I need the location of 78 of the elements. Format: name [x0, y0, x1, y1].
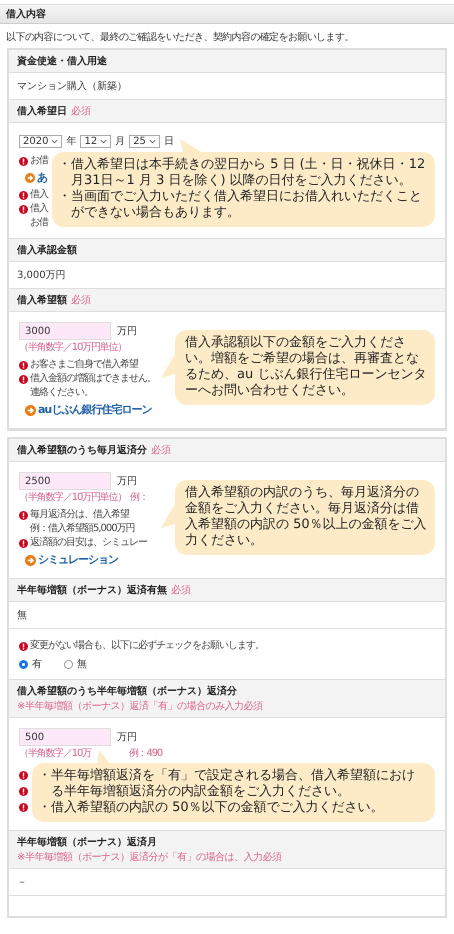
field-value: マンション購入（新築） — [17, 81, 127, 92]
note-text: 変更がない場合も、以下に必ずチェックをお願いします。 — [30, 639, 264, 653]
note-text: 毎月返済分は、借入希望 — [30, 508, 129, 522]
required-mark: 必須 — [171, 584, 191, 597]
alert-icon — [19, 190, 28, 200]
caret-icon — [148, 138, 156, 144]
caret-icon — [51, 138, 58, 144]
callout-text: 借入承認額以下の金額をご入力ください。増額をご希望の場合は、再審査となるため、au じぶん銀行住宅ローンセンターへお問い合わせください。 — [185, 335, 427, 399]
field-value: － — [17, 877, 27, 888]
radio-label: 無 — [77, 658, 87, 671]
field-label: 半年毎増額（ボーナス）返済有無 — [17, 583, 167, 597]
radio-button[interactable] — [64, 660, 73, 668]
arrow-icon — [25, 554, 36, 566]
intro-text: 以下の内容について、最終のご確認をいただき、契約内容の確定をお願いします。 — [5, 30, 355, 45]
input-hint: 例：490 — [128, 748, 162, 760]
required-mark: 必須 — [71, 294, 91, 307]
link[interactable]: あ — [37, 171, 47, 185]
date-unit: 月 — [115, 135, 126, 148]
amount-field[interactable]: 2500 — [19, 472, 111, 490]
section-header: 借入内容 — [0, 4, 454, 24]
alert-icon — [19, 770, 28, 780]
amount-field[interactable]: 500 — [19, 728, 111, 746]
note-text: 例：借入希望額5,000万円 — [30, 522, 135, 536]
note-text: お借 — [30, 216, 48, 230]
field-label: 借入希望日 — [17, 104, 67, 118]
link[interactable]: auじぶん銀行住宅ローン — [38, 403, 152, 417]
callout-text: ・借入希望日は本手続きの翌日から 5 日 (土・日・祝休日・12 月31日～1 月 3 日を除く) 以降の日付をご入力ください。 — [58, 157, 426, 189]
required-mark: 必須 — [151, 444, 171, 457]
date-select[interactable]: 25 — [129, 134, 160, 148]
arrow-icon — [25, 173, 35, 183]
callout-text: ・半年毎増額返済を「有」で設定される場合、借入希望額における半年毎増額返済分の内訳金額をご入力ください。 — [38, 768, 416, 800]
caret-icon — [100, 138, 108, 144]
field-label: 資金使途・借入用途 — [17, 54, 107, 68]
radio-label: 有 — [32, 658, 42, 671]
input-hint: （半角数字／10万 — [19, 748, 91, 760]
note-text: お借 — [30, 154, 48, 168]
alert-icon — [19, 156, 28, 166]
field-note: ※半年毎増額（ボーナス）返済「有」の場合のみ入力必須 — [17, 700, 264, 713]
unit-label: 万円 — [117, 325, 137, 338]
alert-icon — [19, 204, 28, 214]
alert-icon — [19, 510, 28, 520]
input-hint: 例： — [130, 492, 148, 504]
alert-icon — [19, 360, 28, 370]
input-hint: （半角数字／10万円単位） — [19, 342, 126, 354]
field-note: ※半年毎増額（ボーナス）返済分が「有」の場合は、入力必須 — [17, 850, 282, 864]
input-hint: （半角数字／10万円単位） — [19, 492, 126, 504]
amount-field[interactable]: 3000 — [19, 322, 111, 340]
date-select[interactable]: 2020 — [19, 134, 62, 148]
date-select[interactable]: 12 — [80, 134, 112, 148]
unit-label: 万円 — [117, 731, 137, 744]
field-value: 3,000万円 — [17, 270, 66, 281]
callout-text: 借入希望額の内訳のうち、毎月返済分の金額をご入力ください。毎月返済分は借入希望額の内訳の 50％以上の金額をご入力ください。 — [185, 485, 427, 549]
note-text: 借入金額の増額はできません。 — [30, 372, 156, 386]
field-label: 半年毎増額（ボーナス）返済月 — [17, 835, 157, 849]
field-label: 借入希望額のうち毎月返済分 — [17, 443, 147, 457]
note-text: 連絡ください。 — [30, 386, 93, 400]
unit-label: 万円 — [117, 475, 137, 488]
radio-button[interactable] — [19, 660, 28, 668]
required-mark: 必須 — [71, 104, 91, 118]
date-unit: 日 — [164, 135, 174, 148]
field-label: 借入承認金額 — [17, 244, 77, 257]
callout-text: ・当画面でご入力いただく借入希望日にお借入れいただくことができない場合もあります。 — [58, 189, 423, 221]
field-label: 借入希望額 — [17, 294, 67, 307]
alert-icon — [19, 374, 28, 384]
date-unit: 年 — [66, 135, 76, 148]
field-value: 無 — [17, 610, 27, 621]
alert-icon — [19, 786, 28, 796]
alert-icon — [19, 802, 28, 812]
note-text: 借入 — [30, 188, 48, 202]
note-text: 借入 — [30, 202, 48, 216]
callout-text: ・借入希望額の内訳の 50％以下の金額でご入力ください。 — [38, 800, 385, 816]
alert-icon — [19, 538, 28, 548]
link[interactable]: シミュレーション — [38, 553, 118, 567]
note-text: お客さまご自身で借入希望 — [30, 358, 138, 372]
field-label: 借入希望額のうち半年毎増額（ボーナス）返済分 — [17, 684, 237, 698]
note-text: 返済額の目安は、シミュレー — [30, 536, 147, 550]
alert-icon — [19, 642, 28, 650]
arrow-icon — [25, 404, 36, 416]
